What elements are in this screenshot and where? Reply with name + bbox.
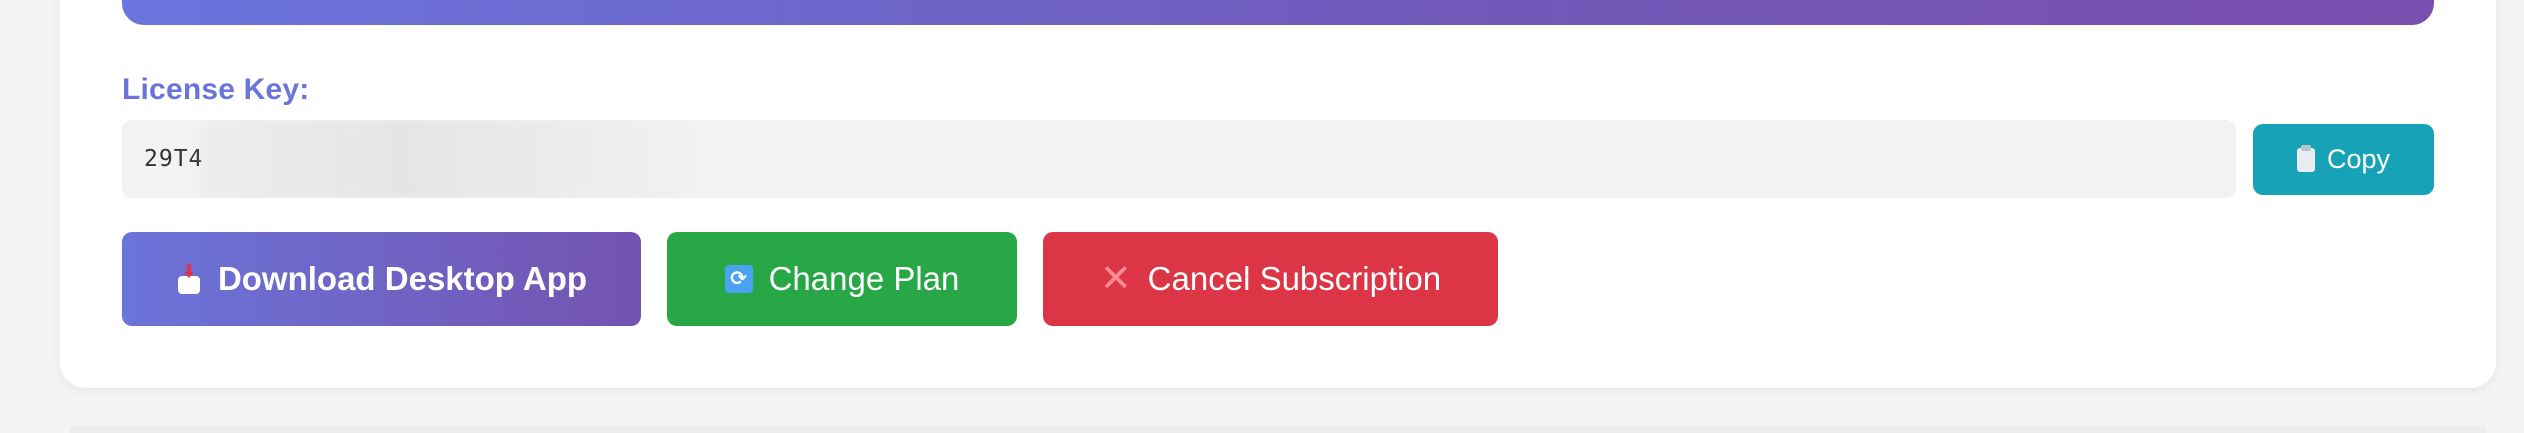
copy-button[interactable]: Copy <box>2253 124 2434 195</box>
license-key-value: 29T4 <box>144 146 204 172</box>
next-card-edge <box>70 426 2486 433</box>
download-button-label: Download Desktop App <box>217 260 588 297</box>
clipboard-icon <box>2296 144 2315 172</box>
cancel-subscription-button[interactable]: ✕ Cancel Subscription <box>1043 232 1498 326</box>
download-desktop-app-button[interactable]: Download Desktop App <box>122 232 641 326</box>
change-plan-button[interactable]: ⟳ Change Plan <box>667 232 1017 326</box>
download-icon <box>176 264 202 294</box>
close-icon: ✕ <box>1099 258 1132 300</box>
refresh-icon: ⟳ <box>724 265 753 293</box>
license-key-field[interactable]: 29T4 <box>122 120 2236 198</box>
plan-banner <box>122 0 2434 25</box>
copy-button-label: Copy <box>2326 144 2391 174</box>
change-plan-label: Change Plan <box>768 260 960 297</box>
license-key-redaction <box>204 120 694 198</box>
cancel-subscription-label: Cancel Subscription <box>1147 260 1442 297</box>
license-key-label: License Key: <box>122 73 310 106</box>
